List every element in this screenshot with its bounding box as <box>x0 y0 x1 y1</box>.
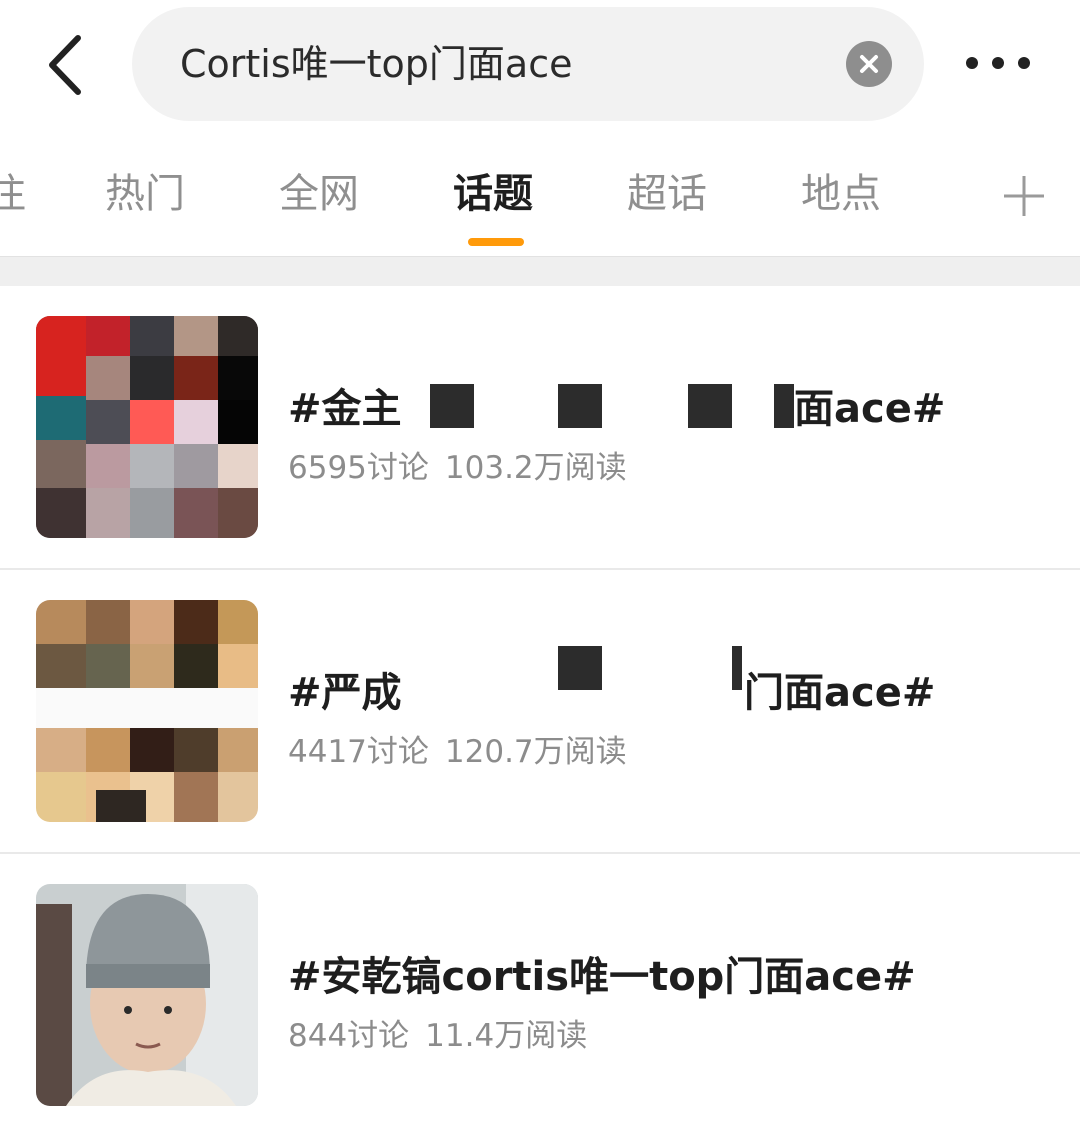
tab-bar: 注 热门 全网 话题 超话 地点 <box>0 128 1080 256</box>
topic-stats: 6595讨论 103.2万阅读 <box>288 442 627 487</box>
topic-title: #严成 <box>288 660 402 718</box>
redaction-block <box>558 646 602 690</box>
clear-button[interactable] <box>846 41 892 87</box>
topic-title-end: 面ace# <box>794 386 946 432</box>
tab-hot[interactable]: 热门 <box>105 164 185 224</box>
redaction-block <box>558 384 602 428</box>
topic-title-end: 门面ace# <box>744 670 936 716</box>
tab-topics[interactable]: 话题 <box>453 164 533 224</box>
active-tab-indicator <box>468 238 524 246</box>
more-icon <box>966 57 1030 69</box>
topic-title-start: #金主 <box>288 386 402 432</box>
topic-title: #金主 <box>288 376 402 434</box>
topic-thumbnail <box>36 884 258 1106</box>
redaction-block <box>732 646 742 690</box>
more-button[interactable] <box>960 40 1040 86</box>
tab-partial[interactable]: 注 <box>0 164 26 224</box>
add-tab-button[interactable] <box>1000 172 1048 220</box>
topic-stats: 4417讨论 120.7万阅读 <box>288 726 627 771</box>
add-icon <box>1004 176 1044 216</box>
redaction-block <box>774 384 794 428</box>
discussion-count: 844讨论 <box>288 1018 410 1054</box>
topic-title: #安乾镐cortis唯一top门面ace# <box>288 954 916 1000</box>
section-divider <box>0 256 1080 286</box>
discussion-count: 4417讨论 <box>288 734 429 770</box>
back-button[interactable] <box>40 30 96 100</box>
topic-item[interactable]: #安乾镐cortis唯一top门面ace# 844讨论 11.4万阅读 <box>0 854 1080 1138</box>
read-count: 11.4万阅读 <box>425 1018 588 1054</box>
read-count: 120.7万阅读 <box>444 734 627 770</box>
tab-location[interactable]: 地点 <box>801 164 881 224</box>
redaction-block <box>688 384 732 428</box>
clear-icon <box>860 55 878 73</box>
topic-stats: 844讨论 11.4万阅读 <box>288 1010 587 1055</box>
topic-title-start: #严成 <box>288 670 402 716</box>
search-query: Cortis唯一top门面ace <box>180 42 573 86</box>
redaction-block <box>430 384 474 428</box>
topic-item[interactable]: #严成 门面ace# 4417讨论 120.7万阅读 <box>0 570 1080 854</box>
tab-all-web[interactable]: 全网 <box>279 164 359 224</box>
tab-super-topic[interactable]: 超话 <box>627 164 707 224</box>
search-input[interactable]: Cortis唯一top门面ace <box>132 7 924 121</box>
read-count: 103.2万阅读 <box>444 450 627 486</box>
back-icon <box>49 35 81 95</box>
discussion-count: 6595讨论 <box>288 450 429 486</box>
top-bar: Cortis唯一top门面ace <box>0 0 1080 128</box>
topic-item[interactable]: #金主 面ace# 6595讨论 103.2万阅读 <box>0 286 1080 570</box>
topic-thumbnail <box>36 316 258 538</box>
topic-thumbnail <box>36 600 258 822</box>
